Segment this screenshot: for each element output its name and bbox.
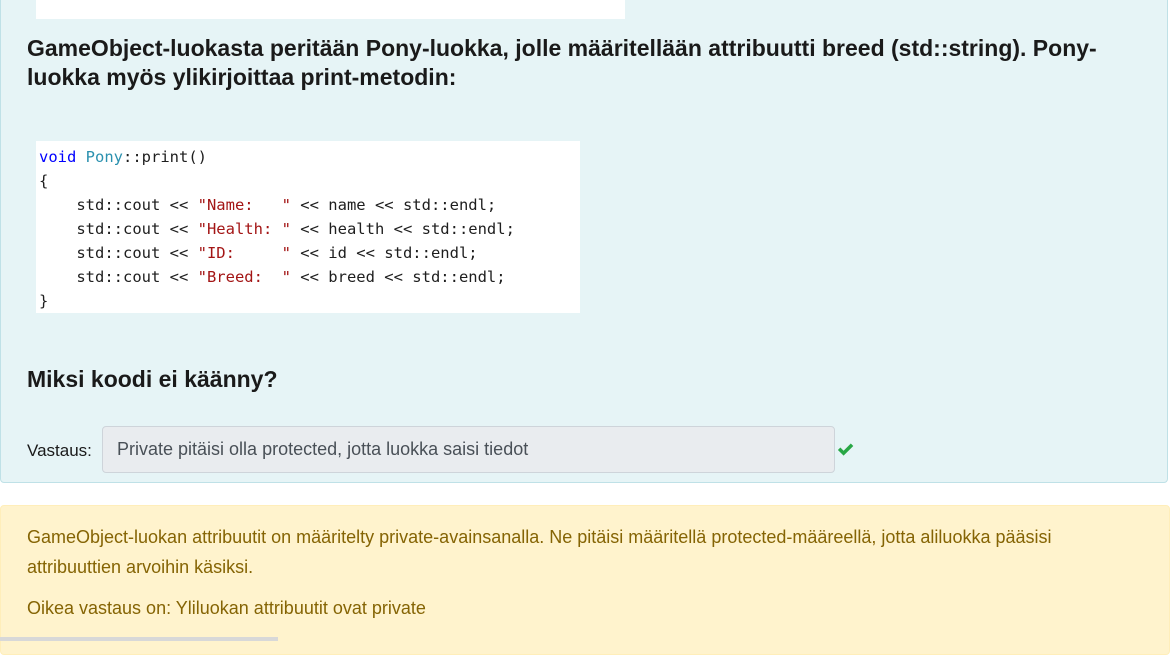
- code-token: << id << std::endl;: [290, 244, 478, 262]
- next-element-edge: [0, 637, 278, 641]
- answer-label: Vastaus:: [27, 441, 92, 460]
- question-text: GameObject-luokasta peritään Pony-luokka…: [27, 35, 1097, 90]
- code-token: std::cout <<: [39, 196, 198, 214]
- code-token: "ID: ": [197, 244, 291, 262]
- code-token: << name << std::endl;: [290, 196, 497, 214]
- code-token: << breed << std::endl;: [290, 268, 506, 286]
- code-snippet: void Pony::print(){ std::cout << "Name: …: [36, 141, 580, 313]
- code-token: << health << std::endl;: [290, 220, 515, 238]
- code-line: {: [39, 169, 580, 193]
- code-token: ::print(): [123, 148, 207, 166]
- previous-code-image: [36, 0, 625, 19]
- feedback-explanation: GameObject-luokan attribuutit on määrite…: [27, 527, 1052, 577]
- code-line: }: [39, 289, 580, 313]
- code-line: void Pony::print(): [39, 145, 580, 169]
- code-line: std::cout << "Health: " << health << std…: [39, 217, 580, 241]
- code-token: std::cout <<: [39, 244, 198, 262]
- answer-input[interactable]: [102, 426, 835, 473]
- code-token: void: [39, 148, 77, 166]
- code-line: std::cout << "ID: " << id << std::endl;: [39, 241, 580, 265]
- code-token: "Breed: ": [197, 268, 291, 286]
- code-line: std::cout << "Name: " << name << std::en…: [39, 193, 580, 217]
- code-token: {: [39, 172, 49, 190]
- code-token: }: [39, 292, 49, 310]
- code-token: "Health: ": [197, 220, 291, 238]
- code-token: Pony: [85, 148, 123, 166]
- check-icon: [837, 443, 854, 456]
- code-token: "Name: ": [197, 196, 291, 214]
- sub-question-heading: Miksi koodi ei käänny?: [27, 366, 278, 392]
- feedback-correct-answer: Oikea vastaus on: Yliluokan attribuutit …: [27, 598, 426, 618]
- code-line: std::cout << "Breed: " << breed << std::…: [39, 265, 580, 289]
- code-token: std::cout <<: [39, 268, 198, 286]
- code-token: std::cout <<: [39, 220, 198, 238]
